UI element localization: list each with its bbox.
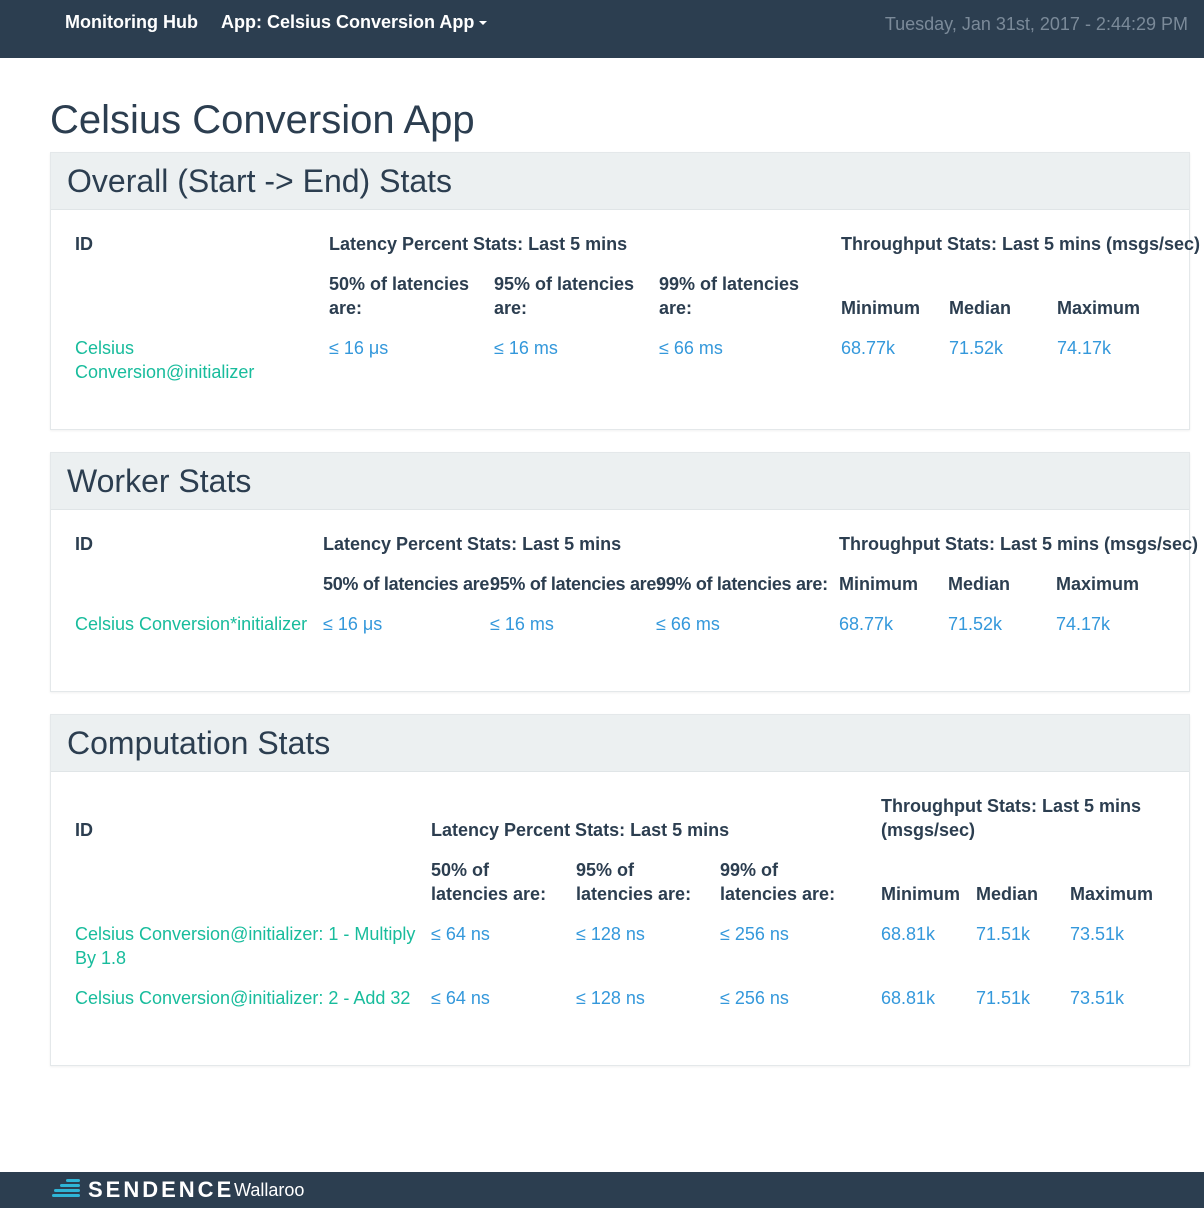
min-value[interactable]: 68.77k (841, 336, 895, 360)
p50-value[interactable]: ≤ 16 μs (323, 612, 382, 636)
col-header-id: ID (75, 820, 93, 840)
median-value[interactable]: 71.51k (976, 922, 1030, 946)
p95-value[interactable]: ≤ 16 ms (490, 612, 554, 636)
median-value[interactable]: 71.52k (949, 336, 1003, 360)
p99-value[interactable]: ≤ 66 ms (659, 336, 723, 360)
col-header-p50: 50% of latencies are: (329, 274, 470, 318)
p50-value[interactable]: ≤ 64 ns (431, 986, 490, 1010)
col-header-latency: Latency Percent Stats: Last 5 mins (431, 820, 730, 840)
p99-value[interactable]: ≤ 256 ns (720, 986, 789, 1010)
max-value[interactable]: 74.17k (1057, 336, 1111, 360)
col-header-max: Maximum (1070, 884, 1154, 904)
col-header-median: Median (948, 574, 1011, 594)
col-header-max: Maximum (1057, 298, 1141, 318)
col-header-p99: 99% of latencies are: (656, 574, 828, 594)
col-header-min: Minimum (881, 884, 960, 904)
col-header-min: Minimum (841, 298, 920, 318)
panel-title: Worker Stats (67, 463, 252, 499)
col-header-median: Median (949, 298, 1012, 318)
p99-value[interactable]: ≤ 256 ns (720, 922, 789, 946)
product-name: Wallaroo (234, 1180, 305, 1200)
navbar: Monitoring Hub App: Celsius Conversion A… (0, 0, 1204, 58)
p50-value[interactable]: ≤ 64 ns (431, 922, 490, 946)
timestamp: Tuesday, Jan 31st, 2017 - 2:44:29 PM (884, 14, 1188, 34)
col-header-p95: 95% of latencies are: (576, 860, 692, 904)
brand-link[interactable]: Monitoring Hub (65, 12, 198, 33)
app-dropdown-label: App: Celsius Conversion App (221, 12, 475, 32)
col-header-p95: 95% of latencies are: (494, 274, 635, 318)
panel-title: Overall (Start -> End) Stats (67, 163, 453, 199)
median-value[interactable]: 71.51k (976, 986, 1030, 1010)
col-header-latency: Latency Percent Stats: Last 5 mins (329, 234, 628, 254)
col-header-id: ID (75, 534, 93, 554)
logo-text: SENDENCE (88, 1177, 235, 1202)
row-id-link[interactable]: Celsius Conversion@initializer: 2 - Add … (75, 986, 420, 1010)
max-value[interactable]: 73.51k (1070, 986, 1124, 1010)
col-header-id: ID (75, 234, 93, 254)
col-header-median: Median (976, 884, 1039, 904)
col-header-p50: 50% of latencies are: (431, 860, 547, 904)
computation-stats-panel: Computation Stats ID Latency Percent Sta… (50, 714, 1190, 1066)
col-header-latency: Latency Percent Stats: Last 5 mins (323, 534, 622, 554)
min-value[interactable]: 68.81k (881, 986, 935, 1010)
p95-value[interactable]: ≤ 128 ns (576, 922, 645, 946)
overall-stats-panel: Overall (Start -> End) Stats ID Latency … (50, 152, 1200, 430)
col-header-throughput: Throughput Stats: Last 5 mins (msgs/sec) (839, 534, 1199, 554)
page-title: Celsius Conversion App (50, 98, 475, 142)
sendence-logo-icon (52, 1179, 80, 1197)
row-id-link[interactable]: Celsius Conversion@initializer: 1 - Mult… (75, 922, 420, 970)
row-id-link[interactable]: Celsius Conversion@initializer (75, 336, 275, 384)
panel-header: Overall (Start -> End) Stats (51, 153, 1189, 210)
p50-value[interactable]: ≤ 16 μs (329, 336, 388, 360)
min-value[interactable]: 68.77k (839, 612, 893, 636)
median-value[interactable]: 71.52k (948, 612, 1002, 636)
p99-value[interactable]: ≤ 66 ms (656, 612, 720, 636)
app-dropdown[interactable]: App: Celsius Conversion App (221, 12, 488, 33)
col-header-p95: 95% of latencies are: (490, 574, 662, 594)
col-header-min: Minimum (839, 574, 918, 594)
footer: SENDENCE Wallaroo (0, 1172, 1204, 1208)
panel-header: Worker Stats (51, 453, 1189, 510)
max-value[interactable]: 73.51k (1070, 922, 1124, 946)
max-value[interactable]: 74.17k (1056, 612, 1110, 636)
col-header-p99: 99% of latencies are: (720, 860, 836, 904)
caret-down-icon (479, 21, 488, 26)
worker-stats-panel: Worker Stats ID Latency Percent Stats: L… (50, 452, 1198, 692)
row-id-link[interactable]: Celsius Conversion*initializer (75, 612, 307, 636)
col-header-throughput: Throughput Stats: Last 5 mins (msgs/sec) (841, 234, 1201, 254)
col-header-p50: 50% of latencies are: (323, 574, 495, 594)
panel-title: Computation Stats (67, 725, 331, 761)
col-header-max: Maximum (1056, 574, 1140, 594)
panel-header: Computation Stats (51, 715, 1189, 772)
col-header-p99: 99% of latencies are: (659, 274, 800, 318)
p95-value[interactable]: ≤ 16 ms (494, 336, 558, 360)
col-header-throughput: Throughput Stats: Last 5 mins (msgs/sec) (881, 796, 1142, 840)
min-value[interactable]: 68.81k (881, 922, 935, 946)
p95-value[interactable]: ≤ 128 ns (576, 986, 645, 1010)
